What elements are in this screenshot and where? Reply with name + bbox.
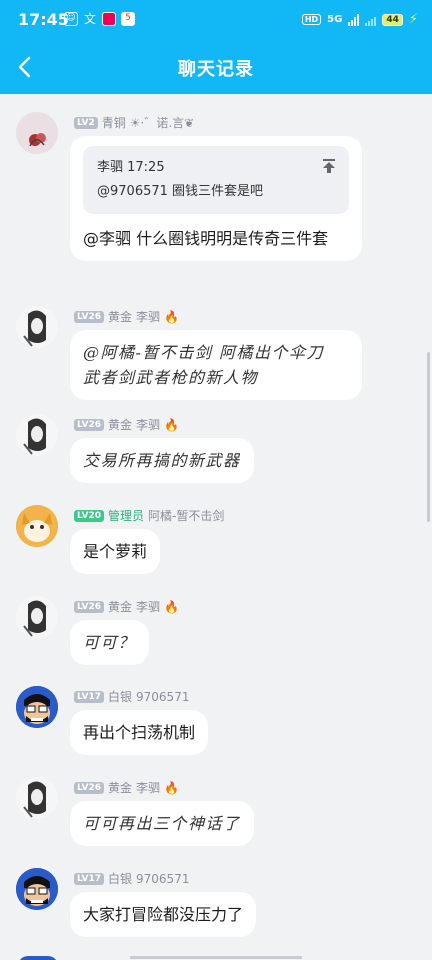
battery-icon: 44 [382, 13, 403, 26]
avatar-image [16, 112, 58, 154]
message-bubble[interactable]: 再出个扫荡机制 [70, 710, 209, 755]
rank-label: 白银 [108, 690, 133, 704]
translate-icon: 文 [83, 12, 96, 26]
jump-to-message-icon[interactable] [321, 158, 337, 174]
message-text: 再出个扫荡机制 [83, 723, 196, 742]
flame-icon: 🔥 [164, 417, 179, 432]
chat-history-list[interactable]: LV2 青铜 ☀·゛诺.言❦ 李驷 17:25 @9706571 圈钱三件套是吧… [0, 94, 432, 960]
sender-meta: LV20 管理员 阿橘-暂不击剑 [74, 507, 224, 524]
avatar-partial[interactable] [18, 956, 58, 960]
message-text: 可可再出三个神话了 [83, 814, 241, 833]
sender-name[interactable]: 9706571 [136, 690, 189, 704]
avatar[interactable] [16, 414, 58, 456]
app-notification-icon: ☺ [64, 12, 78, 26]
flame-icon: 🔥 [164, 309, 179, 324]
status-time: 17:45 [18, 10, 69, 29]
sender-meta: LV17 白银 9706571 [74, 870, 189, 887]
message-bubble[interactable]: 大家打冒险都没压力了 [70, 892, 257, 937]
avatar[interactable] [16, 112, 58, 154]
sender-name[interactable]: 9706571 [136, 872, 189, 886]
level-badge: LV26 [74, 310, 104, 323]
rank-label: 黄金 [108, 310, 133, 324]
sender-name[interactable]: ☀·゛诺.言❦ [130, 114, 194, 131]
message-bubble[interactable]: 是个萝莉 [70, 529, 161, 574]
signal-bars-2-icon [365, 14, 377, 26]
avatar-image [16, 306, 58, 348]
message-text-line: @阿橘-暂不击剑 阿橘出个伞刀 [83, 343, 324, 362]
avatar-image [16, 686, 58, 728]
level-badge: LV26 [74, 600, 104, 613]
avatar-image [16, 505, 58, 547]
sender-meta: LV17 白银 9706571 [74, 688, 189, 705]
rank-label: 黄金 [108, 418, 133, 432]
scrollbar[interactable] [427, 352, 430, 522]
avatar-image [16, 777, 58, 819]
game-notification-icon [102, 12, 116, 26]
avatar[interactable] [16, 505, 58, 547]
signal-bars-icon [348, 13, 360, 26]
hd-icon: HD [301, 14, 322, 25]
message-bubble[interactable]: 可可？ [70, 620, 149, 665]
avatar[interactable] [16, 777, 58, 819]
level-badge: LV17 [74, 872, 104, 885]
rank-label: 黄金 [108, 781, 133, 795]
system-icons: HD 5G 44 ⚡ [301, 12, 418, 27]
sender-meta: LV26 黄金 李驷 🔥 [74, 779, 179, 796]
message-text-line: 武者剑武者枪的新人物 [83, 368, 259, 387]
sender-name[interactable]: 李驷 [136, 598, 160, 615]
level-badge: LV20 [74, 509, 104, 522]
flame-icon: 🔥 [164, 780, 179, 795]
sender-name[interactable]: 李驷 [136, 416, 160, 433]
sender-meta: LV26 黄金 李驷 🔥 [74, 308, 179, 325]
avatar[interactable] [16, 868, 58, 910]
rank-label: 白银 [108, 872, 133, 886]
charging-icon: ⚡ [408, 12, 418, 27]
message-bubble[interactable]: 李驷 17:25 @9706571 圈钱三件套是吧 @李驷 什么圈钱明明是传奇三… [70, 136, 362, 261]
level-badge: LV2 [74, 116, 98, 129]
avatar[interactable] [16, 686, 58, 728]
message-text: 交易所再搞的新武器 [83, 451, 241, 470]
quoted-message[interactable]: 李驷 17:25 @9706571 圈钱三件套是吧 [83, 146, 349, 214]
message-bubble[interactable]: 可可再出三个神话了 [70, 801, 254, 846]
status-bar: 17:45 ☺ 文 5 HD 5G 44 ⚡ [0, 0, 432, 40]
sender-name[interactable]: 阿橘-暂不击剑 [148, 507, 224, 524]
level-badge: LV26 [74, 418, 104, 431]
avatar[interactable] [16, 596, 58, 638]
avatar-image [16, 414, 58, 456]
message-text: 大家打冒险都没压力了 [83, 905, 244, 924]
flame-icon: 🔥 [164, 599, 179, 614]
message-bubble[interactable]: @阿橘-暂不击剑 阿橘出个伞刀 武者剑武者枪的新人物 [70, 330, 362, 400]
admin-badge: 管理员 [108, 509, 145, 523]
message-text: @李驷 什么圈钱明明是传奇三件套 [83, 229, 329, 248]
rank-label: 黄金 [108, 600, 133, 614]
message-bubble[interactable]: 交易所再搞的新武器 [70, 438, 254, 483]
level-badge: LV26 [74, 781, 104, 794]
page-title: 聊天记录 [178, 59, 254, 80]
sender-meta: LV26 黄金 李驷 🔥 [74, 598, 179, 615]
avatar-image [16, 868, 58, 910]
sender-meta: LV2 青铜 ☀·゛诺.言❦ [74, 114, 194, 131]
notification-icons: ☺ 文 5 [64, 12, 135, 26]
message-text: 可可？ [83, 633, 136, 652]
sender-meta: LV26 黄金 李驷 🔥 [74, 416, 179, 433]
signal-label: 5G [327, 14, 343, 25]
avatar-image [16, 596, 58, 638]
sender-name[interactable]: 李驷 [136, 308, 160, 325]
sender-name[interactable]: 李驷 [136, 779, 160, 796]
quote-text: @9706571 圈钱三件套是吧 [97, 184, 264, 199]
title-bar: 聊天记录 [0, 40, 432, 94]
avatar[interactable] [16, 306, 58, 348]
message-text: 是个萝莉 [83, 542, 148, 561]
message-notification-icon: 5 [121, 12, 135, 26]
quote-sender-time: 李驷 17:25 [97, 160, 165, 175]
level-badge: LV17 [74, 690, 104, 703]
home-indicator [130, 956, 302, 959]
rank-label: 青铜 [101, 116, 126, 130]
